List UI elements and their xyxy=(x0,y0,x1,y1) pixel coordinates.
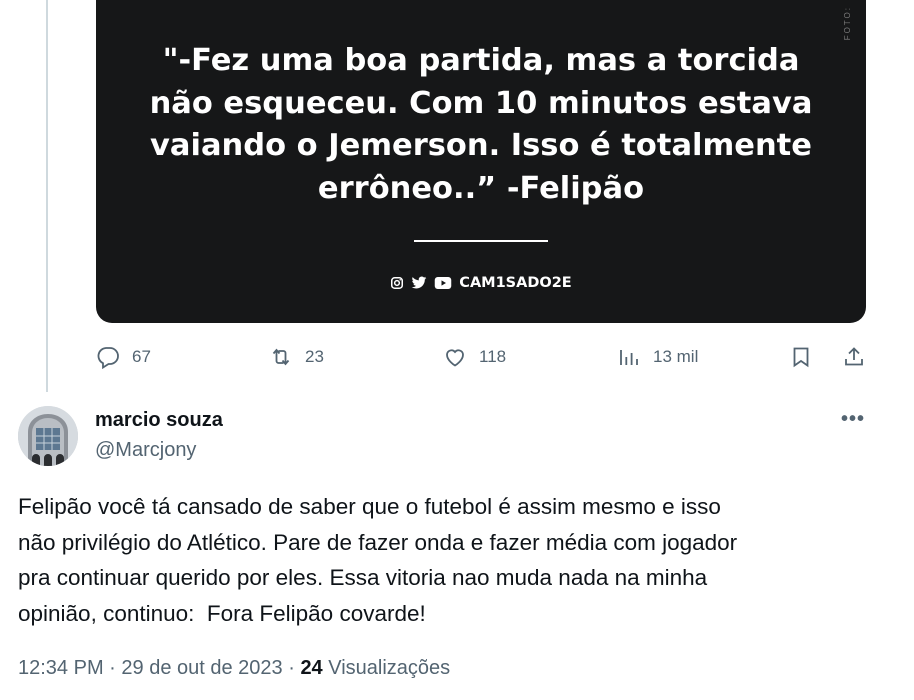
photo-credit: FOTO: xyxy=(843,6,852,41)
author-name[interactable]: marcio souza xyxy=(95,409,223,432)
tweet-time[interactable]: 12:34 PM xyxy=(18,657,104,679)
quote-line: vaiando o Jemerson. Isso é totalmente xyxy=(150,128,812,163)
more-options-icon[interactable]: ••• xyxy=(841,408,865,431)
tweet-image[interactable]: FOTO: "-Fez uma boa partida, mas a torci… xyxy=(96,0,866,323)
share-icon xyxy=(845,347,863,366)
image-quote: "-Fez uma boa partida, mas a torcida não… xyxy=(96,40,866,210)
avatar-image xyxy=(18,406,78,466)
share-button[interactable] xyxy=(842,340,866,374)
meta-separator: · xyxy=(282,657,301,679)
reply-icon xyxy=(97,347,119,369)
like-count: 118 xyxy=(479,347,507,366)
bookmark-button[interactable] xyxy=(789,340,813,374)
reply-button[interactable]: 67 xyxy=(96,340,151,374)
tweet-date[interactable]: 29 de out de 2023 xyxy=(121,657,282,679)
tweet-meta: 12:34 PM · 29 de out de 2023 · 24 Visual… xyxy=(18,657,450,680)
views-label: Visualizações xyxy=(328,657,451,679)
view-count: 13 mil xyxy=(653,347,699,366)
tweet-text-line: não privilégio do Atlético. Pare de faze… xyxy=(18,529,738,555)
heart-icon xyxy=(446,349,464,367)
avatar[interactable] xyxy=(18,406,78,466)
views-count: 24 xyxy=(300,657,323,679)
twitter-icon xyxy=(411,276,427,289)
retweet-count: 23 xyxy=(305,347,324,366)
quote-line: "-Fez uma boa partida, mas a torcida xyxy=(162,43,800,78)
image-divider xyxy=(414,240,548,242)
tweet-text-line: opinião, continuo: Fora Felipão covarde! xyxy=(18,600,426,626)
retweet-button[interactable]: 23 xyxy=(269,340,324,374)
views-button[interactable]: 13 mil xyxy=(617,340,698,374)
brand-name: CAM1SADO2E xyxy=(459,275,572,291)
author-handle[interactable]: @Marcjony xyxy=(95,439,196,462)
like-button[interactable]: 118 xyxy=(443,340,506,374)
quote-line: não esqueceu. Com 10 minutos estava xyxy=(149,85,813,121)
analytics-icon xyxy=(620,350,638,365)
tweet-text: Felipão você tá cansado de saber que o f… xyxy=(18,489,878,631)
reply-count: 67 xyxy=(132,347,151,366)
tweet-text-line: Felipão você tá cansado de saber que o f… xyxy=(18,494,721,519)
bookmark-icon xyxy=(793,347,809,368)
retweet-icon xyxy=(272,348,290,366)
tweet-actions: 67 23 118 13 mil xyxy=(0,340,914,374)
instagram-icon xyxy=(391,276,404,290)
thread-line xyxy=(46,0,48,392)
quote-line: errôneo..” -Felipão xyxy=(317,170,645,206)
meta-separator: · xyxy=(103,657,122,679)
tweet-text-line: pra continuar querido por eles. Essa vit… xyxy=(18,565,708,590)
youtube-icon xyxy=(435,277,452,289)
brand-footer: CAM1SADO2E xyxy=(96,275,866,291)
